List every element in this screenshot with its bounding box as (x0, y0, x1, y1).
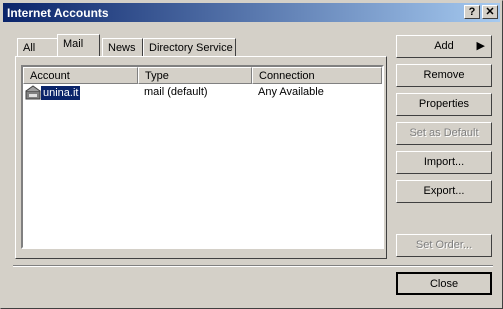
tab-news-label: News (108, 42, 136, 54)
import-button-label: Import... (423, 156, 465, 168)
internet-accounts-window: Internet Accounts ? ✕ All Mail News Dire… (0, 0, 503, 309)
properties-button-label: Properties (418, 98, 470, 110)
properties-button[interactable]: Properties (396, 93, 492, 116)
separator (13, 265, 493, 267)
account-type-cell: mail (default) (144, 86, 208, 98)
title-bar[interactable]: Internet Accounts ? ✕ (3, 3, 500, 22)
close-button-label: Close (429, 278, 459, 290)
tab-news[interactable]: News (102, 38, 143, 56)
set-order-button-label: Set Order... (415, 239, 473, 251)
tab-all[interactable]: All (17, 38, 58, 56)
tab-mail[interactable]: Mail (57, 34, 100, 56)
tab-all-label: All (23, 42, 36, 54)
add-button-label: Add (434, 40, 454, 52)
list-header: Account Type Connection (23, 67, 382, 84)
submenu-arrow-icon: ▶ (476, 40, 485, 52)
export-button[interactable]: Export... (396, 180, 492, 203)
column-header-connection[interactable]: Connection (252, 67, 382, 84)
set-as-default-button-label: Set as Default (409, 127, 479, 139)
export-button-label: Export... (423, 185, 465, 197)
remove-button[interactable]: Remove (396, 64, 492, 87)
window-title: Internet Accounts (7, 6, 109, 20)
help-button[interactable]: ? (464, 5, 480, 19)
add-button[interactable]: Add ▶ (396, 35, 492, 58)
column-header-account[interactable]: Account (23, 67, 138, 84)
tab-mail-label: Mail (63, 38, 84, 50)
account-name-cell: unina.it (41, 86, 81, 100)
close-button[interactable]: Close (396, 272, 492, 295)
remove-button-label: Remove (423, 69, 465, 81)
tab-directory-service[interactable]: Directory Service (143, 38, 236, 56)
table-row[interactable]: unina.it mail (default) Any Available (23, 85, 382, 101)
accounts-list[interactable]: Account Type Connection unina.it mail (d… (21, 65, 384, 249)
set-as-default-button[interactable]: Set as Default (396, 122, 492, 145)
account-connection-cell: Any Available (258, 86, 324, 98)
close-window-button[interactable]: ✕ (482, 5, 498, 19)
column-header-type[interactable]: Type (138, 67, 252, 84)
tab-directory-service-label: Directory Service (149, 42, 233, 54)
set-order-button[interactable]: Set Order... (396, 234, 492, 257)
import-button[interactable]: Import... (396, 151, 492, 174)
